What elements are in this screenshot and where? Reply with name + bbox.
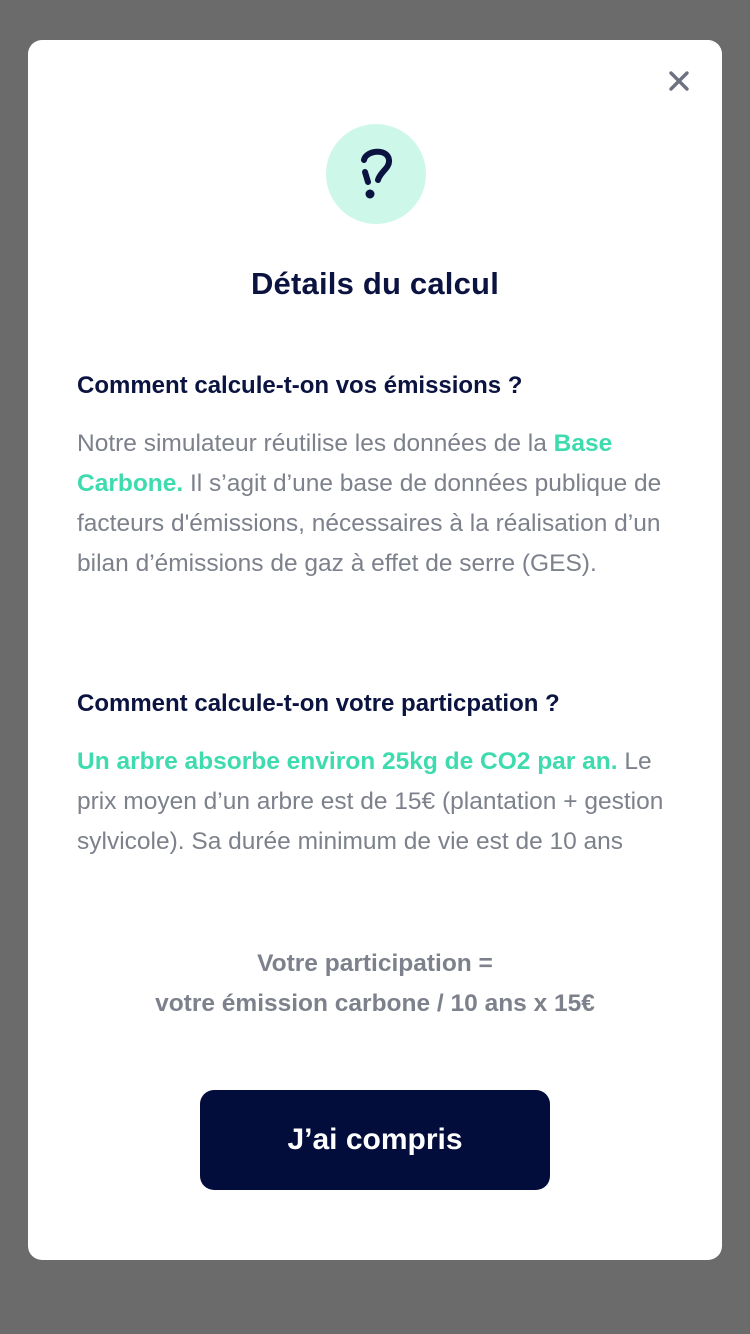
tree-absorption-highlight: Un arbre absorbe environ 25kg de CO2 par… xyxy=(77,748,618,775)
participation-heading: Comment calcule-t-on votre particpation … xyxy=(77,690,560,717)
emissions-section: Comment calcule-t-on vos émissions ? Not… xyxy=(77,370,677,584)
emissions-text-before: Notre simulateur réutilise les données d… xyxy=(77,430,554,457)
emissions-paragraph: Notre simulateur réutilise les données d… xyxy=(77,424,677,584)
participation-formula: Votre participation = votre émission car… xyxy=(28,944,722,1024)
calculation-details-modal: Détails du calcul Comment calcule-t-on v… xyxy=(28,40,722,1260)
participation-paragraph: Un arbre absorbe environ 25kg de CO2 par… xyxy=(77,742,677,862)
formula-line-1: Votre participation = xyxy=(257,950,493,977)
question-mark-icon xyxy=(361,148,393,199)
header-icon-badge xyxy=(326,124,426,224)
participation-section: Comment calcule-t-on votre particpation … xyxy=(77,688,677,862)
modal-title: Détails du calcul xyxy=(250,266,500,301)
formula-line-2: votre émission carbone / 10 ans x 15€ xyxy=(155,990,595,1017)
close-icon xyxy=(669,71,689,91)
emissions-heading: Comment calcule-t-on vos émissions ? xyxy=(77,372,523,399)
confirm-button[interactable]: J’ai compris xyxy=(200,1090,550,1190)
close-button[interactable] xyxy=(662,64,696,98)
